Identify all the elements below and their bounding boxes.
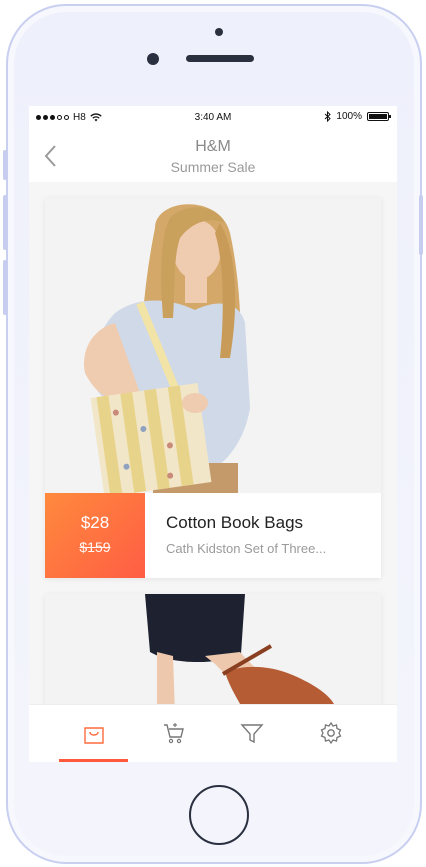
battery-percent: 100% [336,111,362,122]
filter-icon[interactable] [240,721,264,745]
product-photo [45,198,381,493]
cart-icon[interactable] [162,721,186,745]
volume-up-button [3,195,7,250]
status-bar: H8 3:40 AM 100% [29,106,397,128]
nav-title: H&M [195,138,231,155]
proximity-sensor [215,28,223,36]
home-button[interactable] [189,785,249,845]
nav-subtitle: Summer Sale [170,159,256,175]
battery-icon [367,112,391,121]
power-button [419,195,423,255]
volume-down-button [3,260,7,315]
nav-bar: H&M Summer Sale [29,128,397,182]
active-tab-indicator [59,759,128,762]
model-with-bag-image [45,198,381,493]
product-subtitle: Cath Kidston Set of Three... [166,541,327,556]
product-card[interactable]: $28 $159 Cotton Book Bags Cath Kidston S… [45,198,381,578]
bluetooth-icon [325,111,332,122]
front-camera [147,53,159,65]
shopping-bag-icon[interactable] [82,721,106,745]
mute-switch [3,150,7,180]
price-tag: $28 $159 [45,493,145,578]
settings-icon[interactable] [319,721,343,745]
app-screen: H8 3:40 AM 100% H&M Summer Sale $28 $159… [29,106,397,762]
earpiece-speaker [186,55,254,62]
product-title: Cotton Book Bags [166,513,304,532]
current-price: $28 [80,513,110,532]
product-card[interactable] [45,594,381,714]
product-photo [45,594,381,714]
model-with-shoes-image [45,594,381,714]
original-price: $159 [79,539,111,555]
tab-bar [29,704,397,762]
status-right: 100% [324,111,391,122]
